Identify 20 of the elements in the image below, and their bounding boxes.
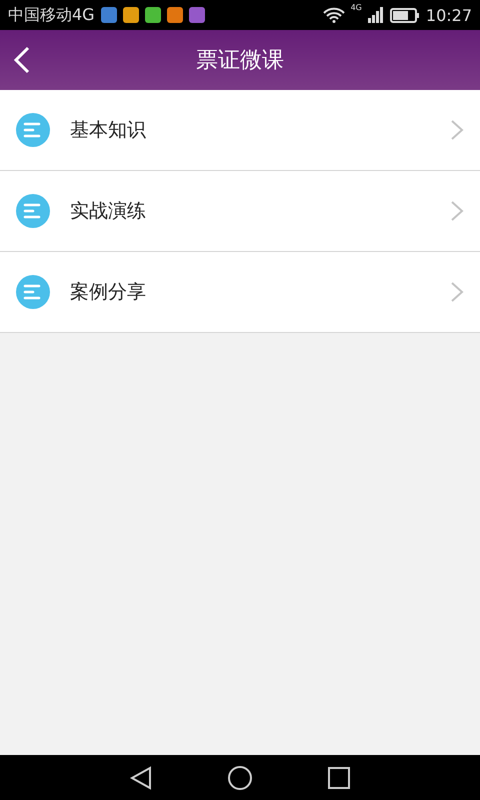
- menu-item[interactable]: 基本知识: [0, 90, 480, 171]
- home-icon[interactable]: [227, 764, 253, 790]
- list-icon: [16, 113, 50, 147]
- carrier-name: 中国移动4G: [8, 4, 95, 26]
- back-icon[interactable]: [12, 46, 32, 74]
- list-icon: [16, 275, 50, 309]
- back-nav-icon[interactable]: [129, 766, 153, 790]
- menu-item[interactable]: 案例分享: [0, 252, 480, 333]
- list-icon: [16, 194, 50, 228]
- clock-time: 10:27: [426, 6, 472, 24]
- wifi-icon: [322, 7, 345, 23]
- chevron-icon: [450, 200, 464, 222]
- network-type-label: 4G: [350, 3, 362, 12]
- recents-icon[interactable]: [327, 766, 351, 790]
- menu-item[interactable]: 实战演练: [0, 171, 480, 252]
- signal-icon: [368, 7, 384, 23]
- battery-icon: [390, 8, 420, 22]
- chevron-icon: [450, 119, 464, 141]
- page-title: 票证微课: [196, 47, 284, 75]
- chevron-icon: [450, 281, 464, 303]
